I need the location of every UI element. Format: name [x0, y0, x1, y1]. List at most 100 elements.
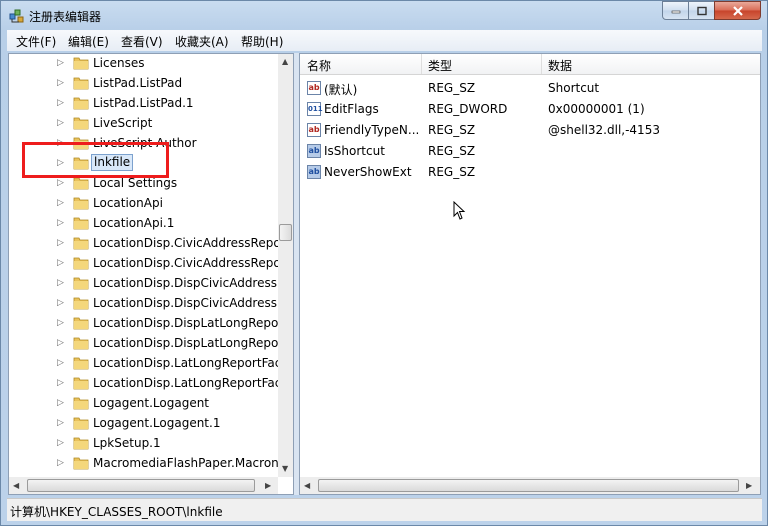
- menu-file[interactable]: 文件(F): [14, 33, 58, 50]
- expand-arrow-icon[interactable]: ▷: [57, 238, 64, 248]
- scroll-up-arrow-icon[interactable]: ▲: [282, 57, 288, 66]
- values-horizontal-scrollbar[interactable]: ◀ ▶: [300, 477, 760, 494]
- value-data: 0x00000001 (1): [548, 102, 645, 116]
- value-row[interactable]: ab IsShortcut REG_SZ: [300, 141, 760, 162]
- values-list-pane[interactable]: 名称 类型 数据 ab (默认) REG_SZ Shortcut 011 EditFlag…: [299, 53, 761, 495]
- scroll-down-arrow-icon[interactable]: ▼: [282, 464, 288, 473]
- tree-item[interactable]: ▷ LpkSetup.1: [9, 433, 277, 453]
- expand-arrow-icon[interactable]: ▷: [57, 358, 64, 368]
- folder-icon: [73, 437, 89, 450]
- expand-arrow-icon[interactable]: ▷: [57, 178, 64, 188]
- folder-icon: [73, 77, 89, 90]
- value-name: (默认): [324, 83, 358, 97]
- column-header-type[interactable]: 类型: [428, 57, 452, 74]
- menu-edit[interactable]: 编辑(E): [66, 33, 111, 50]
- minimize-button[interactable]: [662, 1, 689, 20]
- tree-item[interactable]: ▷ Logagent.Logagent.1: [9, 413, 277, 433]
- tree-item[interactable]: ▷ ListPad.ListPad.1: [9, 93, 277, 113]
- tree-item[interactable]: ▷ LocationDisp.CivicAddressRepo: [9, 233, 281, 253]
- folder-icon: [73, 337, 89, 350]
- tree-item[interactable]: ▷ ListPad.ListPad: [9, 73, 277, 93]
- column-divider[interactable]: [421, 54, 422, 74]
- expand-arrow-icon[interactable]: ▷: [57, 118, 64, 128]
- column-header-name[interactable]: 名称: [307, 57, 331, 74]
- tree-vertical-scrollbar[interactable]: ▲ ▼: [278, 54, 293, 477]
- tree-item-label: LocationDisp.DispLatLongRepor: [93, 336, 284, 350]
- tree-horizontal-scrollbar[interactable]: ◀ ▶: [9, 477, 278, 494]
- tree-item[interactable]: ▷ LocationApi: [9, 193, 277, 213]
- value-name: FriendlyTypeN...: [324, 123, 420, 137]
- tree-item-label: LpkSetup.1: [93, 436, 161, 450]
- tree-item[interactable]: ▷ LiveScript Author: [9, 133, 277, 153]
- scroll-left-arrow-icon[interactable]: ◀: [13, 481, 19, 490]
- expand-arrow-icon[interactable]: ▷: [57, 318, 64, 328]
- folder-icon: [73, 317, 89, 330]
- expand-arrow-icon[interactable]: ▷: [57, 78, 64, 88]
- folder-icon: [73, 297, 89, 310]
- menu-help[interactable]: 帮助(H): [239, 33, 285, 50]
- expand-arrow-icon[interactable]: ▷: [57, 338, 64, 348]
- binary-value-icon: 011: [307, 102, 323, 116]
- registry-editor-window: 注册表编辑器 文件(F) 编辑(E) 查看(V) 收藏夹(A) 帮助(H) ▷ L…: [0, 0, 768, 526]
- menu-view[interactable]: 查看(V): [119, 33, 165, 50]
- scroll-left-arrow-icon[interactable]: ◀: [304, 481, 310, 490]
- expand-arrow-icon[interactable]: ▷: [57, 58, 64, 68]
- expand-arrow-icon[interactable]: ▷: [57, 458, 64, 468]
- values-horizontal-scroll-thumb[interactable]: [318, 479, 739, 492]
- expand-arrow-icon[interactable]: ▷: [57, 258, 64, 268]
- tree-vertical-scroll-thumb[interactable]: [279, 224, 292, 241]
- tree-item[interactable]: ▷ LocationDisp.DispCivicAddressR: [9, 293, 285, 313]
- value-row[interactable]: ab (默认) REG_SZ Shortcut: [300, 78, 760, 99]
- title-bar[interactable]: 注册表编辑器: [1, 1, 767, 29]
- tree-item[interactable]: ▷ LocationDisp.LatLongReportFac: [9, 373, 281, 393]
- value-row[interactable]: 011 EditFlags REG_DWORD 0x00000001 (1): [300, 99, 760, 120]
- tree-item[interactable]: ▷ LiveScript: [9, 113, 277, 133]
- expand-arrow-icon[interactable]: ▷: [57, 138, 64, 148]
- window-title: 注册表编辑器: [29, 10, 102, 24]
- tree-horizontal-scroll-thumb[interactable]: [27, 479, 255, 492]
- tree-item[interactable]: ▷ LocationDisp.DispLatLongRepor: [9, 313, 283, 333]
- tree-item[interactable]: ▷ MacromediaFlashPaper.Macron: [9, 453, 279, 473]
- tree-item[interactable]: ▷ LocationDisp.DispCivicAddressR: [9, 273, 285, 293]
- tree-item[interactable]: ▷ Local Settings: [9, 173, 277, 193]
- scroll-right-arrow-icon[interactable]: ▶: [746, 481, 752, 490]
- tree-item-label: LocationDisp.DispCivicAddressR: [93, 296, 286, 310]
- folder-icon: [73, 197, 89, 210]
- tree-item[interactable]: ▷ LocationDisp.LatLongReportFac: [9, 353, 281, 373]
- tree-item-label: Local Settings: [93, 176, 178, 190]
- tree-item[interactable]: ▷ LocationDisp.CivicAddressRepo: [9, 253, 281, 273]
- value-name: EditFlags: [324, 102, 379, 116]
- folder-icon: [73, 457, 89, 470]
- expand-arrow-icon[interactable]: ▷: [57, 398, 64, 408]
- column-divider[interactable]: [541, 54, 542, 74]
- mouse-cursor-icon: [453, 201, 466, 220]
- value-row[interactable]: ab NeverShowExt REG_SZ: [300, 162, 760, 183]
- close-button[interactable]: [714, 1, 761, 20]
- value-row[interactable]: ab FriendlyTypeN... REG_SZ @shell32.dll,-41…: [300, 120, 760, 141]
- tree-item[interactable]: ▷ Logagent.Logagent: [9, 393, 277, 413]
- tree-item-label: LocationDisp.DispCivicAddressR: [93, 276, 286, 290]
- expand-arrow-icon[interactable]: ▷: [57, 278, 64, 288]
- tree-item-selected[interactable]: ▷ lnkfile: [9, 153, 277, 173]
- expand-arrow-icon[interactable]: ▷: [57, 418, 64, 428]
- tree-item-label: LocationDisp.CivicAddressRepo: [93, 256, 281, 270]
- expand-arrow-icon[interactable]: ▷: [57, 218, 64, 228]
- tree-item[interactable]: ▷ Licenses: [9, 54, 277, 73]
- tree-item-label: LocationDisp.CivicAddressRepo: [93, 236, 281, 250]
- tree-item[interactable]: ▷ LocationDisp.DispLatLongRepor: [9, 333, 283, 353]
- tree-item[interactable]: ▷ LocationApi.1: [9, 213, 277, 233]
- maximize-icon: [696, 6, 707, 15]
- key-tree-pane[interactable]: ▷ Licenses ▷ ListPad.ListPad ▷ ListPad.ListPa…: [8, 53, 294, 495]
- expand-arrow-icon[interactable]: ▷: [57, 438, 64, 448]
- expand-arrow-icon[interactable]: ▷: [57, 98, 64, 108]
- scroll-right-arrow-icon[interactable]: ▶: [265, 481, 271, 490]
- expand-arrow-icon[interactable]: ▷: [57, 378, 64, 388]
- column-header-data[interactable]: 数据: [548, 57, 572, 74]
- folder-icon: [73, 257, 89, 270]
- expand-arrow-icon[interactable]: ▷: [57, 298, 64, 308]
- expand-arrow-icon[interactable]: ▷: [57, 198, 64, 208]
- maximize-button[interactable]: [688, 1, 715, 20]
- folder-icon: [73, 117, 89, 130]
- menu-favorites[interactable]: 收藏夹(A): [173, 33, 231, 50]
- expand-arrow-icon[interactable]: ▷: [57, 158, 64, 168]
